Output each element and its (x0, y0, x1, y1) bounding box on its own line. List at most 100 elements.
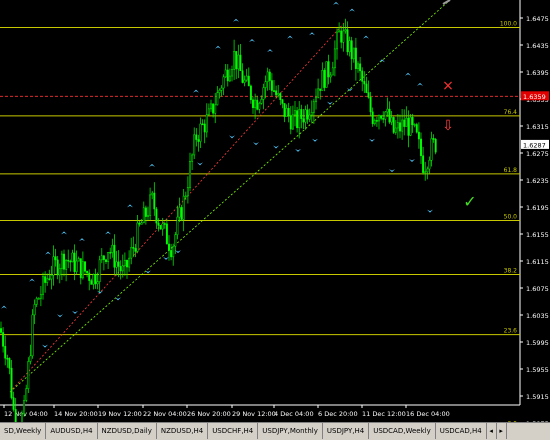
tab-nzdusd-h4[interactable]: NZDUSD,H4 (157, 423, 209, 439)
candle-body (186, 187, 189, 197)
candle-body (138, 222, 141, 225)
candle-body (296, 110, 299, 129)
tab-usdjpy-h4[interactable]: USDJPY,H4 (323, 423, 370, 439)
price-tick-label: 1.5955 (526, 366, 549, 374)
candle-body (210, 103, 212, 110)
candle-body (294, 110, 296, 116)
candle-body (333, 48, 336, 69)
price-tick-label: 1.6315 (526, 123, 549, 131)
time-tick-label: 22 Nov 04:00 (143, 410, 187, 418)
candle-body (319, 88, 322, 91)
stop-price-label: 1.6359 (523, 93, 546, 101)
candle-body (401, 119, 404, 132)
candle-body (191, 154, 194, 162)
candle-body (81, 261, 84, 279)
fractal-up-arrow-icon (267, 49, 273, 53)
candle-body (363, 81, 366, 85)
candle-body (214, 104, 217, 114)
candle-body (86, 271, 89, 274)
candle-body (8, 358, 11, 369)
tab-usdchf-h4[interactable]: USDCHF,H4 (208, 423, 259, 439)
candle-body (157, 222, 160, 226)
price-tick-label: 1.5995 (526, 339, 549, 347)
candle-body (428, 160, 431, 170)
candle-body (126, 260, 128, 268)
candle-body (33, 304, 36, 316)
candle-body (21, 413, 23, 422)
candle-body (390, 117, 393, 123)
fractal-up-arrow-icon (417, 82, 423, 86)
fibo-level-label: 100.0 (500, 20, 517, 27)
candle-body (279, 93, 282, 100)
tab-sd-weekly[interactable]: SD,Weekly (0, 423, 47, 439)
candle-body (149, 194, 152, 216)
candle-body (201, 123, 204, 126)
fractal-up-arrow-icon (1, 305, 7, 309)
candle-body (409, 117, 412, 136)
candle-body (123, 260, 126, 266)
price-tick-label: 1.6475 (526, 15, 549, 23)
candle-body (310, 112, 313, 116)
candle-body (308, 114, 311, 120)
fractal-up-arrow-icon (149, 163, 155, 167)
candle-body (422, 155, 425, 173)
tab-usdcad-h4[interactable]: USDCAD,H4 (436, 423, 487, 439)
fractal-up-arrow-icon (215, 45, 221, 49)
candle-body (262, 87, 265, 100)
candle-body (287, 107, 290, 116)
candle-body (4, 346, 7, 359)
price-chart[interactable]: 1.64751.64351.63951.63551.63151.62751.62… (0, 0, 550, 422)
fractal-up-arrow-icon (405, 72, 411, 76)
candle-body (312, 101, 315, 113)
candle-body (359, 63, 362, 72)
candle-body (417, 131, 420, 140)
fractal-down-arrow-icon (327, 101, 333, 105)
candle-body (249, 85, 252, 101)
tab-nzdusd-daily[interactable]: NZDUSD,Daily (98, 423, 157, 439)
candle-body (90, 280, 93, 285)
fractal-up-arrow-icon (193, 89, 199, 93)
candle-body (371, 111, 374, 125)
fractal-up-arrow-icon (127, 204, 133, 208)
candle-body (346, 29, 349, 53)
candle-body (184, 195, 187, 198)
candle-body (413, 124, 416, 126)
candle-body (415, 124, 418, 133)
candle-body (174, 234, 177, 247)
tab-usdcad-weekly[interactable]: USDCAD,Weekly (369, 423, 436, 439)
tab-usdjpy-monthly[interactable]: USDJPY,Monthly (258, 423, 323, 439)
candle-body (44, 276, 47, 283)
candle-body (373, 120, 376, 125)
candle-body (342, 30, 345, 43)
tab-scroll-left-icon[interactable]: ◂ (487, 423, 497, 439)
candle-body (386, 108, 389, 113)
fractal-up-arrow-icon (349, 8, 355, 12)
candle-body (197, 139, 200, 142)
candle-body (289, 115, 292, 130)
candle-body (405, 117, 408, 127)
candle-body (245, 75, 248, 81)
candle-body (203, 123, 206, 133)
candle-body (29, 355, 32, 362)
price-tick-label: 1.6275 (526, 150, 549, 158)
candle-body (111, 244, 114, 253)
tab-scroll-right-icon[interactable]: ▸ (497, 423, 507, 439)
tab-audusd-h4[interactable]: AUDUSD,H4 (46, 423, 98, 439)
candle-body (254, 99, 257, 109)
candle-body (212, 103, 215, 114)
candle-body (136, 222, 139, 252)
fractal-down-arrow-icon (72, 310, 78, 314)
candle-body (329, 74, 332, 78)
candle-body (94, 274, 97, 285)
candle-body (266, 71, 269, 82)
candle-body (12, 397, 15, 410)
candle-body (224, 69, 227, 78)
fibo-level-label: 50.0 (504, 214, 518, 221)
candle-body (100, 255, 103, 261)
fractal-up-arrow-icon (61, 231, 67, 235)
candle-body (117, 261, 120, 267)
fractal-down-arrow-icon (389, 169, 395, 173)
candle-body (65, 259, 68, 270)
chart-window[interactable]: 1.64751.64351.63951.63551.63151.62751.62… (0, 0, 550, 422)
candle-body (159, 225, 162, 230)
